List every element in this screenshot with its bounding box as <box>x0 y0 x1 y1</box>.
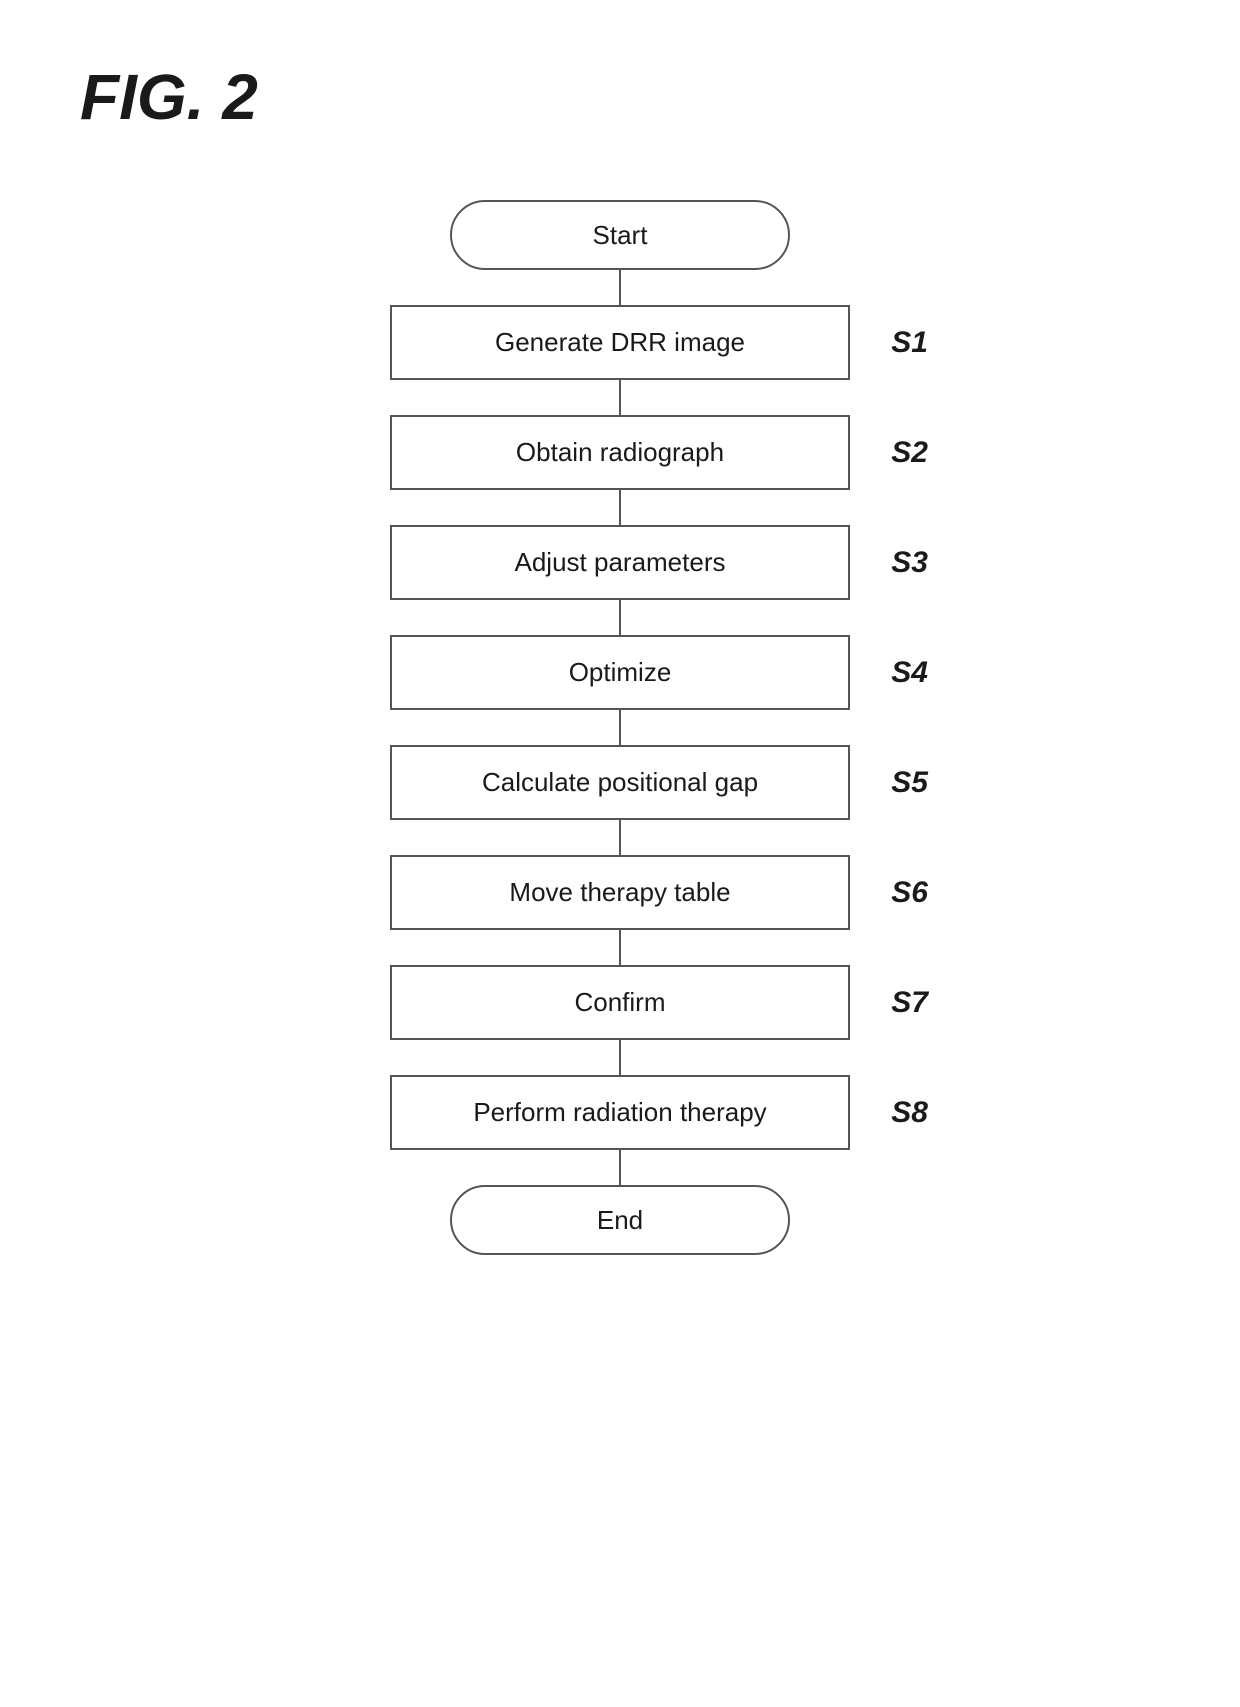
process-s5: Calculate positional gap S5 <box>390 745 850 820</box>
node-s2: Obtain radiograph S2 <box>390 415 850 490</box>
node-s8: Perform radiation therapy S8 <box>390 1075 850 1150</box>
connector-9 <box>619 1150 621 1185</box>
node-s5: Calculate positional gap S5 <box>390 745 850 820</box>
s4-label: Optimize <box>569 657 672 688</box>
process-s7: Confirm S7 <box>390 965 850 1040</box>
connector-6 <box>619 820 621 855</box>
s5-label: Calculate positional gap <box>482 767 758 798</box>
connector-4 <box>619 600 621 635</box>
s1-step: S1 <box>891 326 928 360</box>
s7-label: Confirm <box>574 987 665 1018</box>
end-label: End <box>597 1205 643 1236</box>
node-s6: Move therapy table S6 <box>390 855 850 930</box>
end-terminal: End <box>450 1185 790 1255</box>
process-s1: Generate DRR image S1 <box>390 305 850 380</box>
node-s3: Adjust parameters S3 <box>390 525 850 600</box>
process-s8: Perform radiation therapy S8 <box>390 1075 850 1150</box>
node-end: End <box>450 1185 790 1255</box>
process-s3: Adjust parameters S3 <box>390 525 850 600</box>
s8-label: Perform radiation therapy <box>473 1097 766 1128</box>
s3-label: Adjust parameters <box>515 547 726 578</box>
process-s4: Optimize S4 <box>390 635 850 710</box>
connector-3 <box>619 490 621 525</box>
node-start: Start <box>450 200 790 270</box>
s5-step: S5 <box>891 766 928 800</box>
s2-label: Obtain radiograph <box>516 437 724 468</box>
page-title: FIG. 2 <box>80 60 258 134</box>
s7-step: S7 <box>891 986 928 1020</box>
connector-7 <box>619 930 621 965</box>
s4-step: S4 <box>891 656 928 690</box>
node-s4: Optimize S4 <box>390 635 850 710</box>
process-s6: Move therapy table S6 <box>390 855 850 930</box>
flowchart: Start Generate DRR image S1 Obtain radio… <box>270 200 970 1255</box>
start-label: Start <box>593 220 648 251</box>
s2-step: S2 <box>891 436 928 470</box>
node-s1: Generate DRR image S1 <box>390 305 850 380</box>
connector-1 <box>619 270 621 305</box>
start-terminal: Start <box>450 200 790 270</box>
s3-step: S3 <box>891 546 928 580</box>
s1-label: Generate DRR image <box>495 327 745 358</box>
node-s7: Confirm S7 <box>390 965 850 1040</box>
s6-label: Move therapy table <box>509 877 730 908</box>
process-s2: Obtain radiograph S2 <box>390 415 850 490</box>
connector-8 <box>619 1040 621 1075</box>
s6-step: S6 <box>891 876 928 910</box>
connector-2 <box>619 380 621 415</box>
s8-step: S8 <box>891 1096 928 1130</box>
connector-5 <box>619 710 621 745</box>
